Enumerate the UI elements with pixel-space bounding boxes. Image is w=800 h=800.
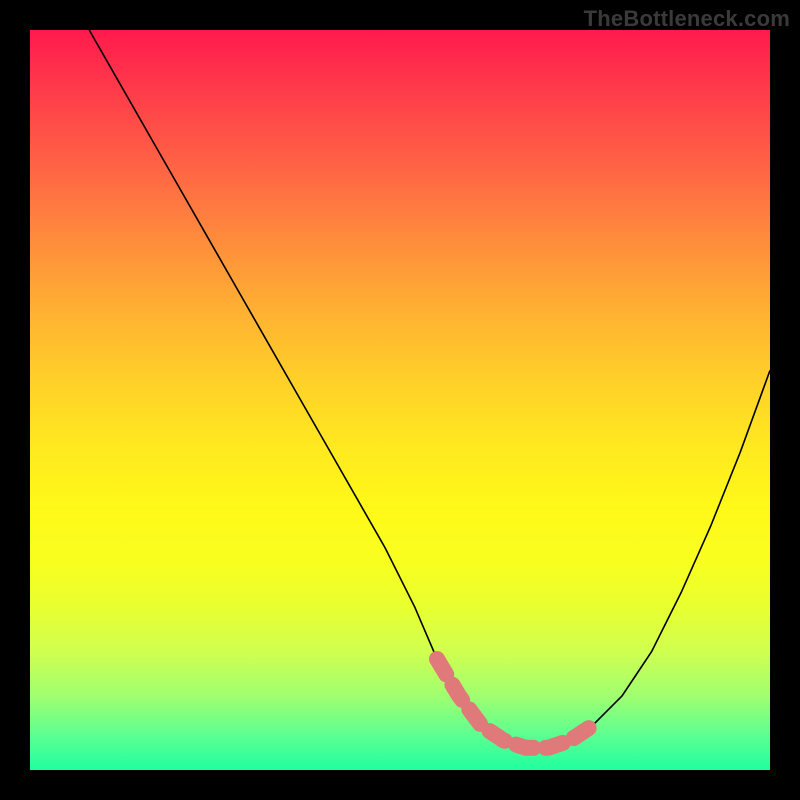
watermark-text: TheBottleneck.com bbox=[584, 6, 790, 32]
chart-svg bbox=[30, 30, 770, 770]
bottleneck-curve bbox=[89, 30, 770, 748]
optimal-band bbox=[437, 659, 592, 748]
chart-plot-area bbox=[30, 30, 770, 770]
